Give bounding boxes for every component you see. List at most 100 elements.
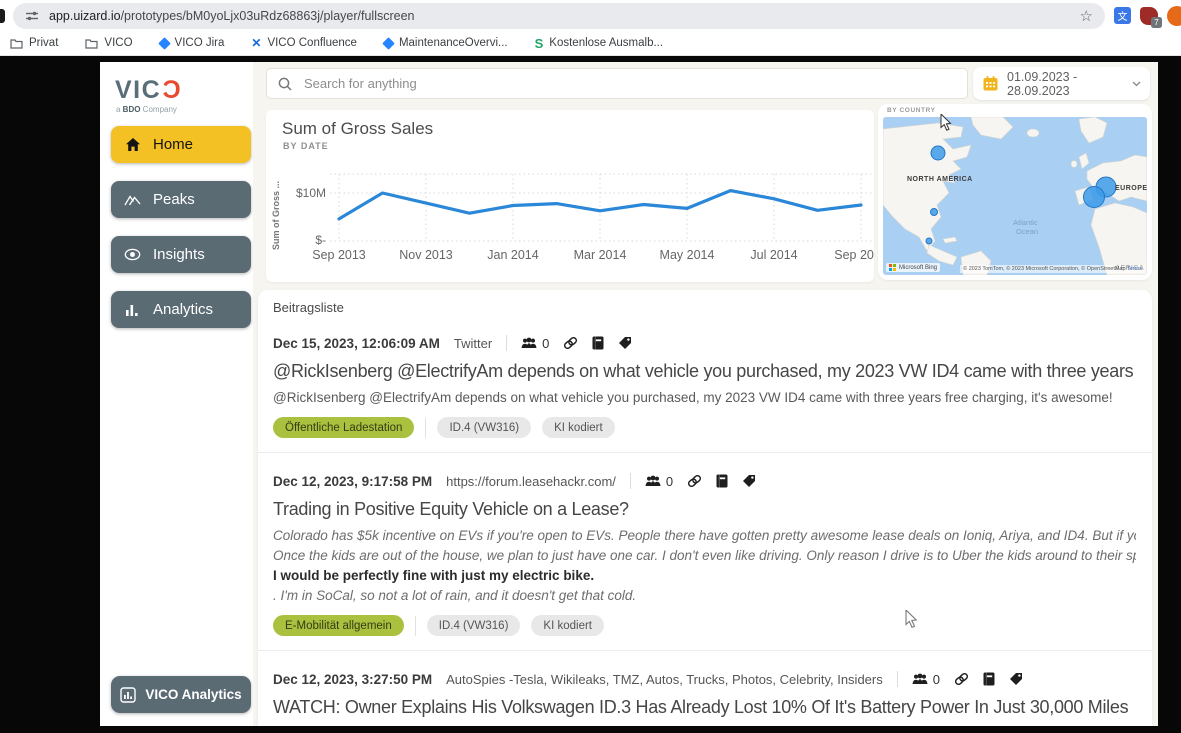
book-icon[interactable] [592, 336, 604, 350]
tag-icon[interactable] [742, 474, 756, 488]
bar-chart-icon [124, 303, 141, 317]
calendar-icon [982, 75, 999, 92]
bookmark-star-icon[interactable]: ☆ [1080, 9, 1093, 24]
translate-icon[interactable]: 文 [1114, 7, 1131, 24]
chevron-down-icon [1132, 81, 1141, 87]
post-meta: Dec 12, 2023, 9:17:58 PM https://forum.l… [273, 473, 1136, 489]
post-source[interactable]: AutoSpies -Tesla, Wikileaks, TMZ, Autos,… [446, 672, 883, 687]
home-icon [124, 137, 141, 152]
bookmark-vico-jira[interactable]: VICO Jira [160, 37, 225, 49]
book-icon[interactable] [983, 672, 995, 686]
map-bubble[interactable] [931, 146, 945, 160]
mouse-cursor [905, 610, 917, 628]
peaks-icon [124, 192, 141, 207]
link-icon[interactable] [563, 336, 578, 350]
tag-pill[interactable]: ID.4 (VW316) [427, 615, 521, 636]
vico-analytics-button[interactable]: VICO Analytics [111, 676, 251, 713]
separator [630, 473, 631, 489]
post-source[interactable]: https://forum.leasehackr.com/ [446, 474, 616, 489]
tag-pill[interactable]: KI kodiert [531, 615, 604, 636]
chart-x-tick: Sep 2013 [312, 248, 366, 262]
bookmark-maintenance[interactable]: MaintenanceOvervi... [384, 37, 508, 49]
eye-icon [124, 248, 141, 261]
logo-tagline: a BDO Company [116, 105, 253, 114]
post-body-line: I would be perfectly fine with just my e… [273, 568, 1136, 583]
chart-x-tick: May 2014 [660, 248, 715, 262]
search-bar[interactable] [266, 68, 968, 99]
users-icon [645, 475, 661, 488]
app-frame: VICC a BDO Company Home Peaks Insights A… [100, 62, 1158, 726]
country-map-card: BY COUNTRY [878, 104, 1152, 280]
bookmark-privat[interactable]: Privat [10, 37, 58, 49]
map-label-europe: EUROPE [1115, 185, 1147, 192]
post-item-2: Dec 12, 2023, 9:17:58 PM https://forum.l… [273, 473, 1136, 636]
jira-diamond-icon [158, 37, 171, 50]
post-title[interactable]: @RickIsenberg @ElectrifyAm depends on wh… [273, 361, 1136, 382]
tag-pill[interactable]: KI kodiert [542, 417, 615, 438]
chart-x-ticks: Sep 2013Nov 2013Jan 2014Mar 2014May 2014… [266, 248, 874, 266]
bookmark-vico[interactable]: VICO [85, 37, 132, 49]
link-icon[interactable] [687, 474, 702, 488]
book-icon[interactable] [716, 474, 728, 488]
post-meta: Dec 12, 2023, 3:27:50 PM AutoSpies -Tesl… [273, 671, 1136, 687]
tag-icon[interactable] [1009, 672, 1023, 686]
site-settings-icon[interactable] [25, 9, 39, 23]
post-title[interactable]: Trading in Positive Equity Vehicle on a … [273, 499, 1136, 520]
search-input[interactable] [302, 75, 956, 92]
sidebar-item-peaks[interactable]: Peaks [111, 181, 251, 218]
separator [415, 616, 416, 636]
tag-icon[interactable] [618, 336, 632, 350]
chart-x-tick: Sep 2014 [834, 248, 874, 262]
separator [425, 418, 426, 438]
url-bar[interactable]: app.uizard.io/prototypes/bM0yoLjx03uRdz6… [13, 3, 1105, 29]
chart-x-tick: Jan 2014 [487, 248, 538, 262]
folder-icon [85, 38, 98, 49]
browser-chrome: app.uizard.io/prototypes/bM0yoLjx03uRdz6… [0, 0, 1181, 56]
link-icon[interactable] [954, 672, 969, 686]
folder-icon [10, 38, 23, 49]
gross-sales-chart-card: Sum of Gross Sales BY DATE Sum of Gross … [266, 110, 874, 282]
chart-x-tick: Nov 2013 [399, 248, 453, 262]
map-label-ocean-1: Atlantic [1013, 218, 1038, 227]
mouse-cursor [940, 114, 952, 132]
post-body-line: Once the kids are out of the house, we p… [273, 548, 1136, 563]
chart-square-icon [120, 687, 136, 703]
map-label-ocean-2: Ocean [1016, 227, 1038, 236]
extension-icon[interactable]: 7 [1140, 7, 1158, 25]
bookmark-vico-confluence[interactable]: ✕ VICO Confluence [251, 36, 357, 50]
jira-diamond-icon [382, 37, 395, 50]
map-label: BY COUNTRY [887, 107, 936, 114]
post-count: 0 [933, 672, 940, 687]
sidebar-item-insights[interactable]: Insights [111, 236, 251, 273]
sidebar: VICC a BDO Company Home Peaks Insights A… [100, 62, 253, 726]
url-text[interactable]: app.uizard.io/prototypes/bM0yoLjx03uRdz6… [49, 9, 415, 23]
users-icon [521, 337, 537, 350]
tag-pill[interactable]: ID.4 (VW316) [437, 417, 531, 438]
sidebar-item-home[interactable]: Home [111, 126, 251, 163]
post-tags: E-Mobilität allgemein ID.4 (VW316) KI ko… [273, 615, 1136, 636]
sidebar-item-analytics[interactable]: Analytics [111, 291, 251, 328]
posts-card: Beitragsliste Dec 15, 2023, 12:06:09 AM … [258, 290, 1152, 726]
profile-avatar[interactable] [1167, 6, 1181, 26]
tag-pill[interactable]: E-Mobilität allgemein [273, 615, 404, 636]
map-bubble[interactable] [1084, 187, 1105, 208]
date-range-picker[interactable]: 01.09.2023 - 28.09.2023 [973, 67, 1150, 100]
bookmark-kostenlose[interactable]: S Kostenlose Ausmalb... [535, 36, 663, 51]
post-count: 0 [542, 336, 549, 351]
map-terms-link[interactable]: Terms [1127, 266, 1142, 272]
tag-pill[interactable]: Öffentliche Ladestation [273, 417, 414, 438]
map-attribution: © 2023 TomTom, © 2023 Microsoft Corporat… [960, 265, 1145, 273]
post-title[interactable]: WATCH: Owner Explains His Volkswagen ID.… [273, 697, 1136, 718]
vico-logo: VICC [115, 78, 253, 103]
post-body-line: . I'm in SoCal, so not a lot of rain, an… [273, 588, 1136, 603]
bing-map[interactable]: NORTH AMERICA EUROPE AFRICA Atlantic Oce… [883, 117, 1147, 275]
window-edge [0, 9, 5, 23]
post-source[interactable]: Twitter [454, 336, 492, 351]
post-body-line: Colorado has $5k incentive on EVs if you… [273, 528, 1136, 543]
map-bubble[interactable] [926, 238, 932, 244]
users-icon [912, 673, 928, 686]
chart-x-tick: Jul 2014 [750, 248, 797, 262]
map-bubble[interactable] [931, 209, 938, 216]
post-date: Dec 12, 2023, 9:17:58 PM [273, 474, 432, 489]
post-date: Dec 12, 2023, 3:27:50 PM [273, 672, 432, 687]
